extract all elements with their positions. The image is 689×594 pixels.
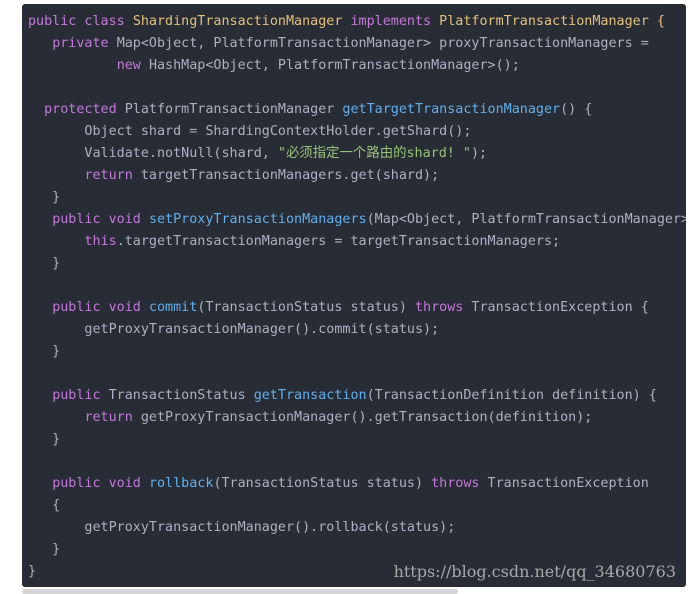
- code-line: public void rollback(TransactionStatus s…: [28, 473, 686, 495]
- code-token: {: [28, 498, 61, 513]
- code-line: }: [28, 253, 686, 275]
- code-content: public class ShardingTransactionManager …: [28, 11, 686, 583]
- code-token: public class: [28, 14, 133, 29]
- code-token: Object shard = ShardingContextHolder.get…: [28, 124, 472, 139]
- code-line: getProxyTransactionManager().rollback(st…: [28, 517, 686, 539]
- code-token: public void: [52, 476, 149, 491]
- code-token: getProxyTransactionManager().getTransact…: [140, 410, 593, 425]
- code-token: HashMap<Object, PlatformTransactionManag…: [148, 58, 520, 73]
- horizontal-scrollbar[interactable]: [22, 589, 458, 594]
- code-token: getProxyTransactionManager().rollback(st…: [28, 520, 456, 535]
- code-token: Validate.notNull(shard,: [28, 146, 278, 161]
- code-token: throws: [431, 476, 488, 491]
- code-token: getProxyTransactionManager().commit(stat…: [28, 322, 440, 337]
- code-token: "必须指定一个路由的shard! ": [277, 146, 471, 161]
- code-token: protected: [44, 102, 125, 117]
- code-token: }: [28, 432, 61, 447]
- watermark: https://blog.csdn.net/qq_34680763: [393, 562, 676, 581]
- code-token: () {: [560, 102, 593, 117]
- code-token: (TransactionDefinition definition) {: [366, 388, 657, 403]
- code-line: private Map<Object, PlatformTransactionM…: [28, 33, 686, 55]
- code-line: return targetTransactionManagers.get(sha…: [28, 165, 686, 187]
- code-token: }: [28, 564, 37, 579]
- code-token: (TransactionStatus status): [213, 476, 432, 491]
- code-token: this: [84, 234, 117, 249]
- code-token: throws: [414, 300, 472, 315]
- code-token: PlatformTransactionManager {: [439, 14, 665, 29]
- code-line: protected PlatformTransactionManager get…: [28, 99, 686, 121]
- code-token: }: [28, 256, 61, 271]
- code-token: return: [84, 410, 141, 425]
- code-token: TransactionException: [487, 476, 649, 491]
- code-token: public void: [52, 212, 149, 227]
- code-token: ShardingTransactionManager: [132, 14, 351, 29]
- code-token: new: [116, 58, 149, 73]
- code-line: }: [28, 539, 686, 561]
- code-token: targetTransactionManagers.get(shard);: [140, 168, 440, 183]
- code-line: Object shard = ShardingContextHolder.get…: [28, 121, 686, 143]
- code-line: }: [28, 187, 686, 209]
- code-line: }: [28, 429, 686, 451]
- code-token: return: [84, 168, 141, 183]
- code-line: getProxyTransactionManager().commit(stat…: [28, 319, 686, 341]
- code-line: public void commit(TransactionStatus sta…: [28, 297, 686, 319]
- code-token: public void: [52, 300, 149, 315]
- code-token: getTransaction: [253, 388, 367, 403]
- code-line: public void setProxyTransactionManagers(…: [28, 209, 686, 231]
- code-line: Validate.notNull(shard, "必须指定一个路由的shard!…: [28, 143, 686, 165]
- code-token: PlatformTransactionManager: [124, 102, 343, 117]
- code-token: implements: [350, 14, 440, 29]
- code-token: (TransactionStatus status): [197, 300, 415, 315]
- code-token: TransactionStatus: [108, 388, 254, 403]
- code-token: getTargetTransactionManager: [342, 102, 561, 117]
- code-token: Map<Object, PlatformTransactionManager> …: [116, 36, 657, 51]
- code-line: public class ShardingTransactionManager …: [28, 11, 686, 33]
- code-token: TransactionException {: [471, 300, 649, 315]
- code-token: }: [28, 344, 61, 359]
- code-token: rollback: [148, 476, 214, 491]
- code-line: {: [28, 495, 686, 517]
- code-block: public class ShardingTransactionManager …: [22, 4, 686, 587]
- code-line: this.targetTransactionManagers = targetT…: [28, 231, 686, 253]
- code-line: }: [28, 341, 686, 363]
- code-token: public: [52, 388, 109, 403]
- code-token: setProxyTransactionManagers: [148, 212, 367, 227]
- code-token: .targetTransactionManagers = targetTrans…: [116, 234, 561, 249]
- code-line: new HashMap<Object, PlatformTransactionM…: [28, 55, 686, 77]
- code-token: private: [52, 36, 117, 51]
- code-token: }: [28, 190, 61, 205]
- code-token: }: [28, 542, 61, 557]
- code-line: return getProxyTransactionManager().getT…: [28, 407, 686, 429]
- code-line: public TransactionStatus getTransaction(…: [28, 385, 686, 407]
- code-token: );: [471, 146, 488, 161]
- code-token: commit: [148, 300, 198, 315]
- code-token: (Map<Object, PlatformTransactionManager>…: [366, 212, 686, 227]
